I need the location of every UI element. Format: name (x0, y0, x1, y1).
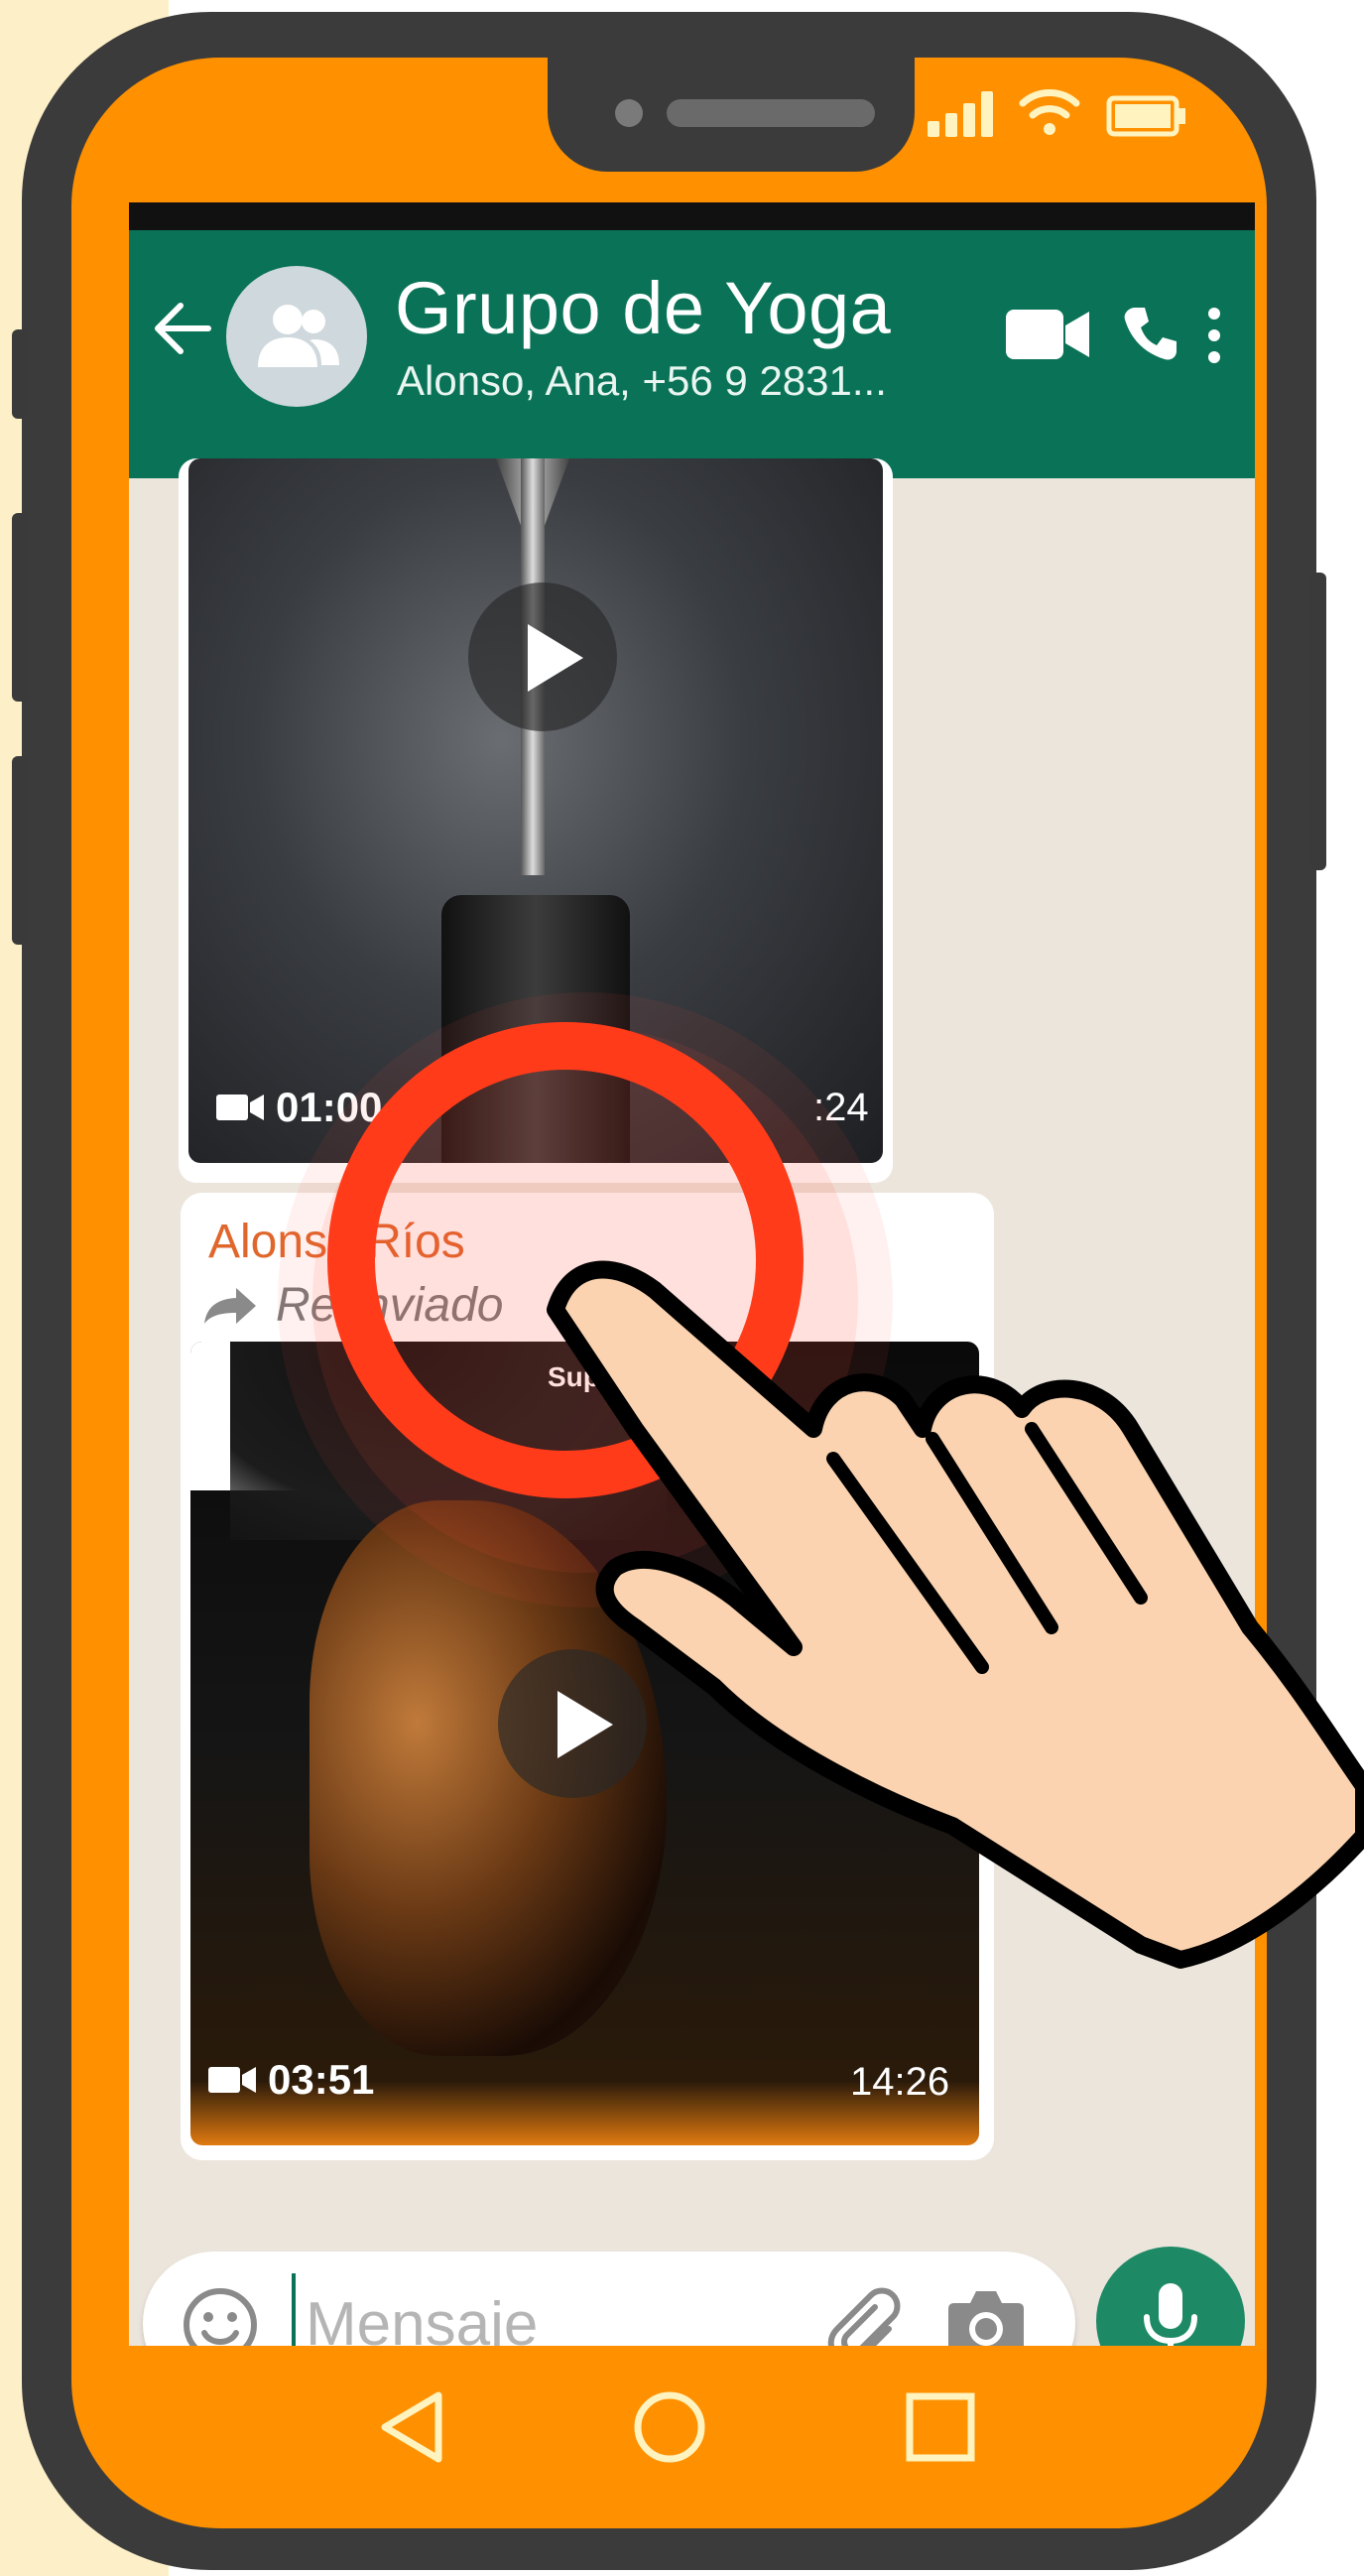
hand-pointer-icon (547, 1260, 1364, 1969)
